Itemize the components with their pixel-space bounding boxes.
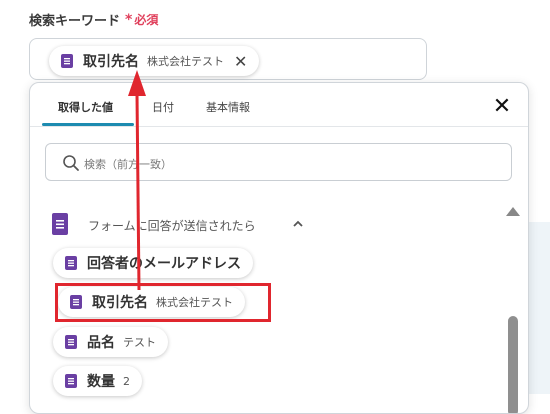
forms-doc-icon bbox=[65, 335, 77, 349]
tabs-divider bbox=[30, 126, 528, 127]
item-label: 回答者のメールアドレス bbox=[87, 256, 241, 272]
scrollbar-thumb[interactable] bbox=[508, 316, 518, 413]
list-item[interactable]: 数量 2 bbox=[53, 366, 142, 396]
tab-basic-info[interactable]: 基本情報 bbox=[206, 99, 250, 115]
required-asterisk: * bbox=[125, 12, 133, 28]
close-icon[interactable]: ✕ bbox=[490, 95, 514, 119]
tab-date[interactable]: 日付 bbox=[152, 99, 174, 115]
chevron-up-icon[interactable] bbox=[292, 219, 304, 229]
required-badge: * 必須 bbox=[125, 11, 158, 28]
forms-doc-icon bbox=[65, 256, 77, 270]
required-text: 必須 bbox=[134, 13, 159, 27]
forms-doc-icon bbox=[65, 374, 77, 388]
forms-doc-icon bbox=[52, 213, 68, 235]
list-item[interactable]: 品名 テスト bbox=[53, 327, 168, 357]
search-icon bbox=[63, 155, 79, 171]
scroll-up-icon[interactable] bbox=[506, 207, 520, 216]
item-label: 数量 bbox=[87, 374, 115, 390]
item-value: テスト bbox=[123, 336, 156, 349]
forms-doc-icon bbox=[61, 54, 73, 68]
annotation-highlight-box bbox=[55, 283, 271, 322]
chip-label: 取引先名 bbox=[83, 54, 139, 70]
field-label: 検索キーワード bbox=[29, 14, 121, 29]
item-label: 品名 bbox=[87, 335, 115, 351]
list-item[interactable]: 回答者のメールアドレス bbox=[53, 248, 253, 278]
selected-value-chip[interactable]: 取引先名 株式会社テスト ✕ bbox=[49, 46, 260, 76]
item-value: 2 bbox=[123, 374, 130, 388]
trigger-section-title[interactable]: フォームに回答が送信されたら bbox=[88, 217, 256, 234]
chip-value: 株式会社テスト bbox=[147, 55, 224, 68]
search-input[interactable]: 検索（前方一致） bbox=[45, 143, 512, 181]
chip-remove-icon[interactable]: ✕ bbox=[234, 52, 247, 71]
tab-retrieved-values[interactable]: 取得した値 bbox=[58, 99, 113, 115]
search-placeholder: 検索（前方一致） bbox=[84, 158, 172, 171]
background-band bbox=[528, 222, 550, 394]
